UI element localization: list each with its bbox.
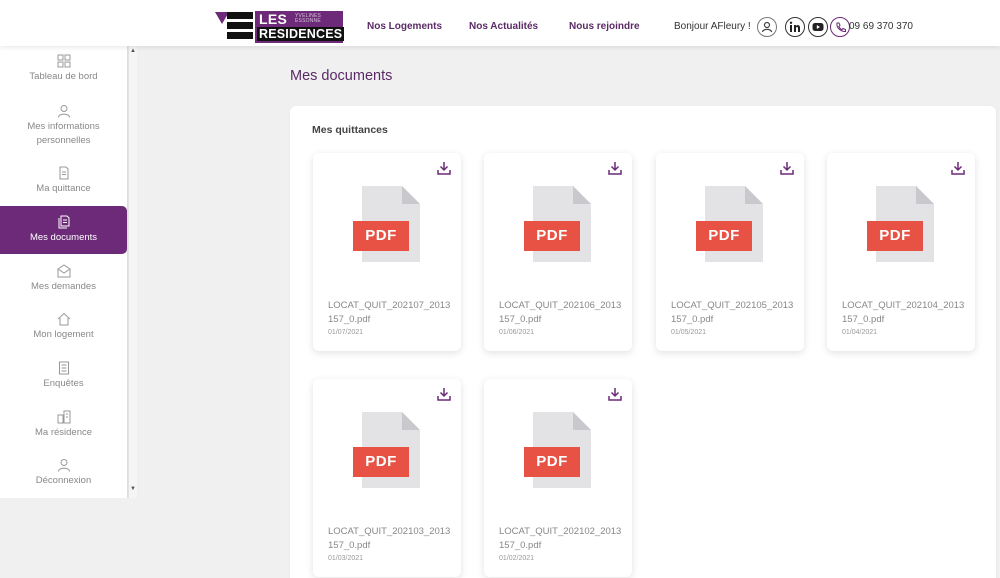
section-title-quittances: Mes quittances bbox=[312, 124, 388, 136]
document-card[interactable]: PDF LOCAT_QUIT_202105_2013157_0.pdf 01/0… bbox=[656, 153, 804, 351]
youtube-icon[interactable] bbox=[808, 17, 828, 37]
document-date: 01/04/2021 bbox=[842, 329, 878, 336]
survey-icon bbox=[58, 361, 69, 375]
download-icon[interactable] bbox=[608, 387, 622, 401]
sidebar-item-label: Mes informations personnelles bbox=[27, 121, 100, 146]
logo-tagline: YVELINES ESSONNE bbox=[295, 13, 322, 24]
download-icon[interactable] bbox=[437, 387, 451, 401]
document-filename[interactable]: LOCAT_QUIT_202105_2013157_0.pdf bbox=[671, 299, 796, 327]
sidebar-item-mes-informations[interactable]: Mes informations personnelles bbox=[0, 104, 127, 148]
logout-icon bbox=[57, 459, 70, 472]
home-icon bbox=[57, 312, 70, 326]
les-residences-logo[interactable]: LES YVELINES ESSONNE RESIDENCES bbox=[215, 10, 345, 44]
pdf-badge: PDF bbox=[867, 221, 923, 251]
phone-icon[interactable] bbox=[830, 17, 850, 37]
document-date: 01/03/2021 bbox=[328, 555, 364, 562]
sidebar-item-enquetes[interactable]: Enquêtes bbox=[0, 361, 127, 391]
pdf-badge: PDF bbox=[696, 221, 752, 251]
sidebar-item-mes-demandes[interactable]: Mes demandes bbox=[0, 264, 127, 294]
nav-nos-logements[interactable]: Nos Logements bbox=[367, 21, 442, 32]
user-icon bbox=[57, 105, 70, 118]
sidebar-item-ma-residence[interactable]: Ma résidence bbox=[0, 410, 127, 440]
requests-icon bbox=[57, 264, 70, 278]
linkedin-icon[interactable] bbox=[785, 17, 805, 37]
nav-nos-actualites[interactable]: Nos Actualités bbox=[469, 21, 538, 32]
sidebar-item-label: Mes documents bbox=[29, 232, 98, 243]
document-date: 01/05/2021 bbox=[671, 329, 707, 336]
building-icon bbox=[57, 410, 70, 424]
pdf-badge: PDF bbox=[353, 447, 409, 477]
document-filename[interactable]: LOCAT_QUIT_202107_2013157_0.pdf bbox=[328, 299, 453, 327]
sidebar-item-label: Mon logement bbox=[33, 329, 94, 340]
greeting-text: Bonjour AFleury ! bbox=[674, 21, 751, 32]
document-card[interactable]: PDF LOCAT_QUIT_202103_2013157_0.pdf 01/0… bbox=[313, 379, 461, 577]
document-date: 01/07/2021 bbox=[328, 329, 364, 336]
pdf-badge: PDF bbox=[524, 221, 580, 251]
sidebar-item-label: Enquêtes bbox=[43, 378, 84, 389]
document-filename[interactable]: LOCAT_QUIT_202106_2013157_0.pdf bbox=[499, 299, 624, 327]
sidebar-scrollbar[interactable]: ▲ ▼ bbox=[128, 46, 137, 498]
document-filename[interactable]: LOCAT_QUIT_202104_2013157_0.pdf bbox=[842, 299, 967, 327]
page-title: Mes documents bbox=[290, 68, 393, 84]
download-icon[interactable] bbox=[437, 161, 451, 175]
sidebar-item-deconnexion[interactable]: Déconnexion bbox=[0, 458, 127, 488]
document-filename[interactable]: LOCAT_QUIT_202102_2013157_0.pdf bbox=[499, 525, 624, 553]
pdf-badge: PDF bbox=[353, 221, 409, 251]
account-icon[interactable] bbox=[757, 17, 777, 37]
document-card[interactable]: PDF LOCAT_QUIT_202104_2013157_0.pdf 01/0… bbox=[827, 153, 975, 351]
logo-box: LES YVELINES ESSONNE RESIDENCES bbox=[255, 11, 345, 43]
pdf-badge: PDF bbox=[524, 447, 580, 477]
sidebar-item-label: Mes demandes bbox=[31, 281, 96, 292]
download-icon[interactable] bbox=[608, 161, 622, 175]
document-filename[interactable]: LOCAT_QUIT_202103_2013157_0.pdf bbox=[328, 525, 453, 553]
download-icon[interactable] bbox=[780, 161, 794, 175]
sidebar-item-label: Tableau de bord bbox=[29, 71, 98, 82]
sidebar-item-ma-quittance[interactable]: Ma quittance bbox=[0, 166, 127, 196]
scroll-up-arrow-icon[interactable]: ▲ bbox=[130, 48, 136, 54]
sidebar-item-label: Ma résidence bbox=[34, 427, 93, 438]
logo-line1: LES bbox=[259, 11, 288, 27]
document-date: 01/02/2021 bbox=[499, 555, 535, 562]
sidebar-item-mon-logement[interactable]: Mon logement bbox=[0, 312, 127, 342]
logo-bars bbox=[227, 12, 253, 42]
dashboard-icon bbox=[57, 54, 70, 68]
scroll-down-arrow-icon[interactable]: ▼ bbox=[130, 486, 136, 492]
top-header: LES YVELINES ESSONNE RESIDENCES Nos Loge… bbox=[0, 0, 1000, 46]
sidebar-item-mes-documents[interactable]: Mes documents bbox=[0, 206, 127, 254]
documents-icon bbox=[58, 215, 69, 229]
nav-nous-rejoindre[interactable]: Nous rejoindre bbox=[569, 21, 640, 32]
logo-line2: RESIDENCES bbox=[257, 27, 345, 41]
document-card[interactable]: PDF LOCAT_QUIT_202107_2013157_0.pdf 01/0… bbox=[313, 153, 461, 351]
document-card[interactable]: PDF LOCAT_QUIT_202102_2013157_0.pdf 01/0… bbox=[484, 379, 632, 577]
sidebar-item-label: Déconnexion bbox=[35, 475, 92, 486]
document-date: 01/06/2021 bbox=[499, 329, 535, 336]
phone-number[interactable]: 09 69 370 370 bbox=[849, 21, 913, 32]
sidebar-item-label: Ma quittance bbox=[36, 183, 91, 194]
download-icon[interactable] bbox=[951, 161, 965, 175]
sidebar-item-tableau-de-bord[interactable]: Tableau de bord bbox=[0, 54, 127, 84]
receipt-icon bbox=[59, 166, 68, 180]
document-card[interactable]: PDF LOCAT_QUIT_202106_2013157_0.pdf 01/0… bbox=[484, 153, 632, 351]
